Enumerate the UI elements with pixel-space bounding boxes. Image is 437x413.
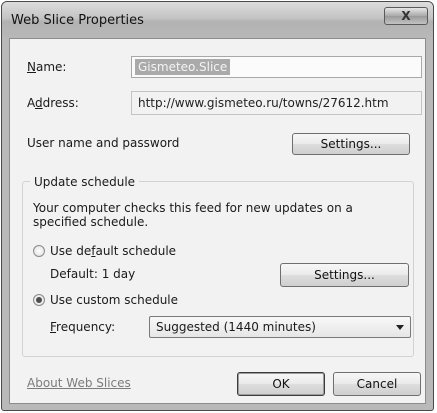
radio-selected-dot xyxy=(36,297,42,303)
credentials-settings-button[interactable]: Settings... xyxy=(292,133,410,155)
credentials-settings-label: Settings... xyxy=(320,137,382,151)
schedule-settings-button[interactable]: Settings... xyxy=(280,263,409,287)
frequency-label: Frequency: xyxy=(50,320,116,334)
schedule-description-line1: Your computer checks this feed for new u… xyxy=(33,201,353,215)
name-value: Gismeteo.Slice xyxy=(135,59,231,75)
default-schedule-label[interactable]: Use default schedule xyxy=(50,244,176,258)
custom-schedule-label[interactable]: Use custom schedule xyxy=(50,293,178,307)
dialog-window: Web Slice Properties X Name: Gismeteo.Sl… xyxy=(1,1,434,411)
address-label: Address: xyxy=(27,96,79,110)
name-label: Name: xyxy=(27,60,67,74)
dialog-content: Name: Gismeteo.Slice Address: http://www… xyxy=(9,38,426,404)
cancel-label: Cancel xyxy=(356,377,398,391)
chevron-down-icon xyxy=(396,325,404,330)
schedule-settings-label: Settings... xyxy=(314,268,375,282)
schedule-description-line2: specified schedule. xyxy=(33,215,149,229)
cancel-button[interactable]: Cancel xyxy=(333,372,421,396)
default-schedule-info: Default: 1 day xyxy=(50,267,136,281)
frequency-select[interactable]: Suggested (1440 minutes) xyxy=(149,316,411,338)
address-value: http://www.gismeteo.ru/towns/27612.htm xyxy=(138,96,389,110)
close-icon: X xyxy=(401,9,411,23)
about-web-slices-link[interactable]: About Web Slices xyxy=(27,376,131,390)
window-title: Web Slice Properties xyxy=(11,13,144,28)
update-schedule-title: Update schedule xyxy=(30,175,140,189)
name-label-rest: ame: xyxy=(35,60,67,74)
ok-button[interactable]: OK xyxy=(237,372,325,396)
default-schedule-radio[interactable] xyxy=(33,245,45,257)
frequency-value: Suggested (1440 minutes) xyxy=(156,320,316,334)
name-field[interactable]: Gismeteo.Slice xyxy=(131,56,422,78)
custom-schedule-radio[interactable] xyxy=(33,294,45,306)
ok-label: OK xyxy=(272,377,290,391)
title-bar[interactable]: Web Slice Properties X xyxy=(2,2,433,38)
close-button[interactable]: X xyxy=(384,7,428,25)
credentials-label: User name and password xyxy=(27,136,180,150)
address-field: http://www.gismeteo.ru/towns/27612.htm xyxy=(131,91,422,115)
